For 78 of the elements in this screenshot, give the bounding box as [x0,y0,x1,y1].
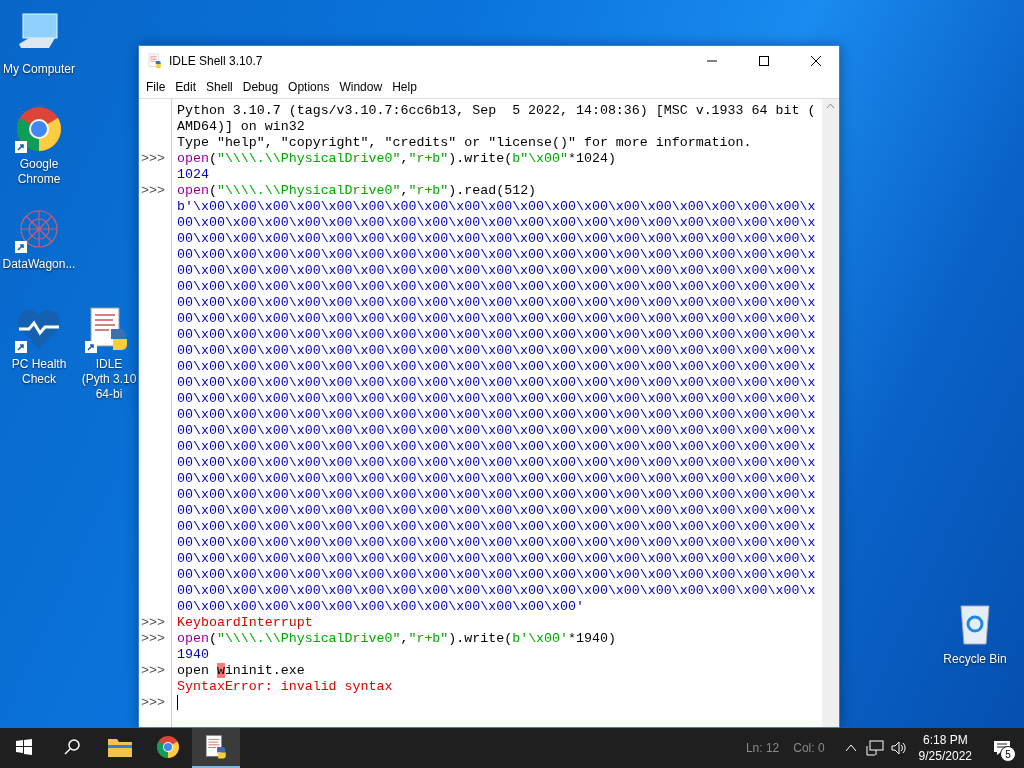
shell-line: 00\x00\x00\x00\x00\x00\x00\x00\x00\x00\x00\x00\x00\x00\x00\x00\x00\x00\x00\x00\x [177,326,816,342]
shell-prompt: >>> [140,630,165,646]
scrollbar[interactable] [822,99,839,727]
shell-prompt: >>> [140,150,165,166]
menu-item[interactable]: Window [334,76,388,98]
windows-logo-icon [16,739,32,755]
search-icon [63,738,81,756]
shell-line: 1024 [177,166,209,182]
shell-line: 00\x00\x00\x00\x00\x00\x00\x00\x00\x00\x00\x00\x00\x00\x00\x00\x00\x00\x00\x00\x [177,518,816,534]
window-title: IDLE Shell 3.10.7 [169,54,264,68]
shell-line: open wininit.exe [177,662,305,678]
shell-line: 00\x00\x00\x00\x00\x00\x00\x00\x00\x00\x00\x00\x00\x00\x00\x00\x00\x00\x00\x00\x [177,390,816,406]
shell-prompt: >>> [140,614,165,630]
shell-line: 00\x00\x00\x00\x00\x00\x00\x00\x00\x00\x00\x00\x00' [177,598,584,614]
shell-line: 00\x00\x00\x00\x00\x00\x00\x00\x00\x00\x00\x00\x00\x00\x00\x00\x00\x00\x00\x00\x [177,406,816,422]
notification-button[interactable]: 5 [980,728,1024,768]
shortcut-arrow-icon [15,141,27,153]
python-document-icon [147,53,163,69]
shell-line: 00\x00\x00\x00\x00\x00\x00\x00\x00\x00\x00\x00\x00\x00\x00\x00\x00\x00\x00\x00\x [177,294,816,310]
status-text: Col: 0 [793,741,825,755]
shell-prompt: >>> [140,662,165,678]
menu-item[interactable]: Options [283,76,335,98]
desktop-icon-label[interactable]: DataWagon... [2,257,76,272]
shell-line: 00\x00\x00\x00\x00\x00\x00\x00\x00\x00\x00\x00\x00\x00\x00\x00\x00\x00\x00\x00\x [177,550,816,566]
shell-prompt: >>> [140,182,165,198]
shell-prompt: >>> [140,694,165,710]
menu-item[interactable]: File [141,76,171,98]
desktop-icon-label[interactable]: PC Health Check [0,357,78,387]
taskbar-app-button[interactable] [192,728,240,768]
shell-line: 00\x00\x00\x00\x00\x00\x00\x00\x00\x00\x00\x00\x00\x00\x00\x00\x00\x00\x00\x00\x [177,534,816,550]
folder-icon [108,737,132,757]
shortcut-arrow-icon [15,341,27,353]
shell-line: AMD64)] on win32 [177,118,305,134]
maximize-icon [759,56,769,66]
shell-line: 00\x00\x00\x00\x00\x00\x00\x00\x00\x00\x00\x00\x00\x00\x00\x00\x00\x00\x00\x00\x [177,502,816,518]
menu-item[interactable]: Edit [170,76,202,98]
shell-line: 00\x00\x00\x00\x00\x00\x00\x00\x00\x00\x00\x00\x00\x00\x00\x00\x00\x00\x00\x00\x [177,422,816,438]
shell-line: 00\x00\x00\x00\x00\x00\x00\x00\x00\x00\x00\x00\x00\x00\x00\x00\x00\x00\x00\x00\x [177,358,816,374]
python-document-icon [203,734,229,760]
shell-line: b'\x00\x00\x00\x00\x00\x00\x00\x00\x00\x00\x00\x00\x00\x00\x00\x00\x00\x00\x00\x [177,198,816,214]
shortcut-arrow-icon [85,341,97,353]
shell-line: Type "help", "copyright", "credits" or "license()" for more information. [177,134,752,150]
status-text: Ln: 12 [745,741,780,755]
shell-line: 00\x00\x00\x00\x00\x00\x00\x00\x00\x00\x00\x00\x00\x00\x00\x00\x00\x00\x00\x00\x [177,310,816,326]
shell-line: Python 3.10.7 (tags/v3.10.7:6cc6b13, Sep 5 2022, 14:08:36) [MSC v.1933 64 bit ( [177,102,816,118]
menu-item[interactable]: Debug [237,76,284,98]
shell-line: 00\x00\x00\x00\x00\x00\x00\x00\x00\x00\x00\x00\x00\x00\x00\x00\x00\x00\x00\x00\x [177,278,816,294]
shell-line: 00\x00\x00\x00\x00\x00\x00\x00\x00\x00\x00\x00\x00\x00\x00\x00\x00\x00\x00\x00\x [177,374,816,390]
shell-line: 00\x00\x00\x00\x00\x00\x00\x00\x00\x00\x00\x00\x00\x00\x00\x00\x00\x00\x00\x00\x [177,230,816,246]
desktop-icon-label[interactable]: Recycle Bin [943,652,1007,667]
desktop-icon-label[interactable]: IDLE (Pyth 3.10 64-bi [80,357,138,402]
chrome-icon [156,735,180,759]
shell-line: 00\x00\x00\x00\x00\x00\x00\x00\x00\x00\x00\x00\x00\x00\x00\x00\x00\x00\x00\x00\x [177,214,816,230]
chevron-up-icon[interactable] [826,103,835,109]
shell-line: KeyboardInterrupt [177,614,313,630]
shell-line: 00\x00\x00\x00\x00\x00\x00\x00\x00\x00\x00\x00\x00\x00\x00\x00\x00\x00\x00\x00\x [177,262,816,278]
shell-line: 00\x00\x00\x00\x00\x00\x00\x00\x00\x00\x00\x00\x00\x00\x00\x00\x00\x00\x00\x00\x [177,486,816,502]
close-icon [810,55,822,67]
shell-line: open("\\\\.\\PhysicalDrive0","r+b").read(512) [177,182,537,198]
shell-line: open("\\\\.\\PhysicalDrive0","r+b").write(b'\x00'*1940) [177,630,616,646]
chrome-icon [15,105,63,153]
shell-line: 00\x00\x00\x00\x00\x00\x00\x00\x00\x00\x00\x00\x00\x00\x00\x00\x00\x00\x00\x00\x [177,470,816,486]
menu-item[interactable]: Shell [201,76,238,98]
text-cursor [177,694,178,710]
shell-line: SyntaxError: invalid syntax [177,678,393,694]
menu-item[interactable]: Help [387,76,422,98]
shell-line: 00\x00\x00\x00\x00\x00\x00\x00\x00\x00\x00\x00\x00\x00\x00\x00\x00\x00\x00\x00\x [177,246,816,262]
shell-line: 1940 [177,646,209,662]
desktop-icon-label[interactable]: My Computer [3,62,75,77]
desktop-icon-label[interactable]: Google Chrome [0,157,78,187]
shell-line: 00\x00\x00\x00\x00\x00\x00\x00\x00\x00\x00\x00\x00\x00\x00\x00\x00\x00\x00\x00\x [177,342,816,358]
shell-line: 00\x00\x00\x00\x00\x00\x00\x00\x00\x00\x00\x00\x00\x00\x00\x00\x00\x00\x00\x00\x [177,438,816,454]
shell-line: 00\x00\x00\x00\x00\x00\x00\x00\x00\x00\x00\x00\x00\x00\x00\x00\x00\x00\x00\x00\x [177,454,816,470]
clock[interactable]: 6:18 PM 9/25/2022 [910,728,980,768]
shell-line: 00\x00\x00\x00\x00\x00\x00\x00\x00\x00\x00\x00\x00\x00\x00\x00\x00\x00\x00\x00\x [177,582,816,598]
shell-line: 00\x00\x00\x00\x00\x00\x00\x00\x00\x00\x00\x00\x00\x00\x00\x00\x00\x00\x00\x00\x [177,566,816,582]
shortcut-arrow-icon [15,241,27,253]
shell-line: open("\\\\.\\PhysicalDrive0","r+b").write(b"\x00"*1024) [177,150,616,166]
